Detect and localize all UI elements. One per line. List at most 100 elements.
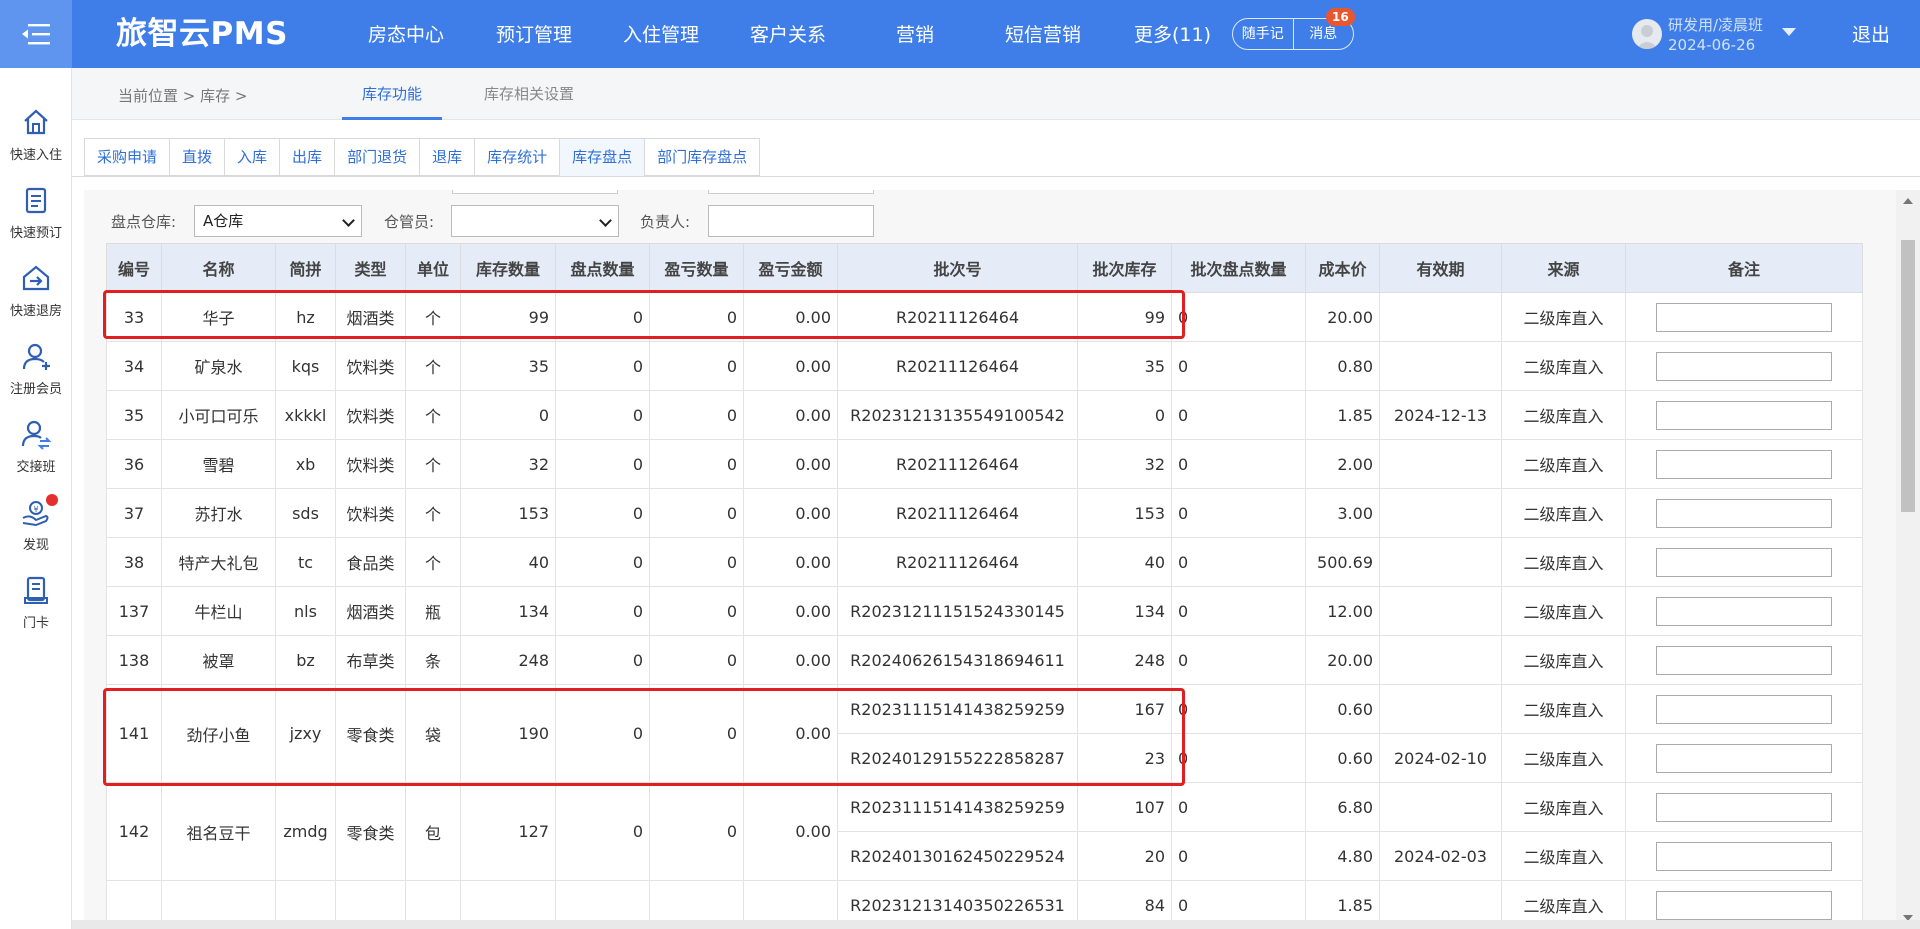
remark-input[interactable] bbox=[1656, 498, 1832, 528]
scrollbar-thumb[interactable] bbox=[1901, 240, 1915, 512]
item-type: 烟酒类 bbox=[335, 586, 406, 636]
diff-qty: 0 bbox=[649, 782, 744, 881]
nav-room-status[interactable]: 房态中心 bbox=[368, 0, 444, 68]
chevron-down-icon bbox=[599, 214, 612, 227]
table-row: 142 祖名豆干 zmdg 零食类包 127 0 0 0.00 R202311151414382… bbox=[106, 782, 1863, 881]
column-header: 简拼 bbox=[275, 243, 336, 293]
sidebar-item-discover[interactable]: ¥ 发现 bbox=[0, 494, 72, 553]
sidebar-item-register-member[interactable]: 注册会员 bbox=[0, 340, 72, 397]
item-id: 33 bbox=[106, 292, 162, 342]
remark-cell bbox=[1625, 537, 1863, 587]
table-row: 37 苏打水 sds 饮料类个 153 0 0 0.00 R20211126464 153 0 3.0… bbox=[106, 488, 1863, 538]
batch-count[interactable]: 0 bbox=[1171, 733, 1306, 783]
nav-checkin[interactable]: 入住管理 bbox=[623, 0, 699, 68]
batch-number: R20211126464 bbox=[837, 537, 1078, 587]
remark-input[interactable] bbox=[1656, 302, 1832, 332]
batch-count[interactable]: 0 bbox=[1171, 439, 1306, 489]
batch-count[interactable]: 0 bbox=[1171, 831, 1306, 881]
expiry-date bbox=[1379, 439, 1502, 489]
remark-input[interactable] bbox=[1656, 449, 1832, 479]
brand-logo: 旅智云PMS bbox=[116, 16, 288, 52]
remark-input[interactable] bbox=[1656, 596, 1832, 626]
chevron-down-icon[interactable] bbox=[1782, 28, 1796, 36]
remark-input[interactable] bbox=[1656, 351, 1832, 381]
diff-qty: 0 bbox=[649, 390, 744, 440]
remark-input[interactable] bbox=[1656, 890, 1832, 920]
remark-input[interactable] bbox=[1656, 547, 1832, 577]
batch-count[interactable]: 0 bbox=[1171, 782, 1306, 832]
diff-amount: 0.00 bbox=[743, 537, 838, 587]
batch-count[interactable]: 0 bbox=[1171, 537, 1306, 587]
counted-qty: 0 bbox=[555, 390, 650, 440]
counted-qty: 0 bbox=[555, 292, 650, 342]
nav-sms-marketing[interactable]: 短信营销 bbox=[1005, 0, 1081, 68]
cost-price: 1.85 bbox=[1305, 390, 1380, 440]
tab-department-return[interactable]: 部门退货 bbox=[334, 138, 420, 176]
nav-customer-relations[interactable]: 客户关系 bbox=[750, 0, 826, 68]
tab-inventory-functions[interactable]: 库存功能 bbox=[342, 68, 443, 120]
notes-button[interactable]: 随手记 bbox=[1233, 19, 1293, 49]
warehouse-select[interactable]: A仓库 bbox=[194, 205, 362, 237]
remark-cell bbox=[1625, 635, 1863, 685]
batch-count[interactable]: 0 bbox=[1171, 292, 1306, 342]
owner-input[interactable] bbox=[708, 205, 874, 237]
batch-count[interactable]: 0 bbox=[1171, 635, 1306, 685]
expiry-date bbox=[1379, 684, 1502, 734]
column-header: 类型 bbox=[335, 243, 406, 293]
item-abbr: xkkkl bbox=[275, 390, 336, 440]
nav-reservation[interactable]: 预订管理 bbox=[496, 0, 572, 68]
menu-toggle-button[interactable] bbox=[0, 0, 72, 68]
diff-amount: 0.00 bbox=[743, 782, 838, 881]
sidebar-item-quick-booking[interactable]: 快速预订 bbox=[0, 184, 72, 241]
remark-input[interactable] bbox=[1656, 792, 1832, 822]
tab-inventory-statistics[interactable]: 库存统计 bbox=[474, 138, 560, 176]
batch-count[interactable]: 0 bbox=[1171, 390, 1306, 440]
tab-stocktaking[interactable]: 库存盘点 bbox=[559, 138, 645, 176]
remark-cell bbox=[1625, 341, 1863, 391]
source: 二级库直入 bbox=[1501, 341, 1626, 391]
sidebar-item-door-card[interactable]: 门卡 bbox=[0, 574, 72, 631]
user-avatar[interactable] bbox=[1632, 19, 1662, 49]
sidebar-item-quick-checkin[interactable]: 快速入住 bbox=[0, 106, 72, 163]
logout-button[interactable]: 退出 bbox=[1852, 0, 1890, 70]
scroll-up-icon[interactable] bbox=[1903, 198, 1913, 204]
batch-count[interactable]: 0 bbox=[1171, 684, 1306, 734]
sidebar-item-shift-handover[interactable]: 交接班 bbox=[0, 418, 72, 475]
item-unit: 个 bbox=[405, 292, 461, 342]
remark-input[interactable] bbox=[1656, 841, 1832, 871]
batch-count[interactable]: 0 bbox=[1171, 586, 1306, 636]
item-abbr: hz bbox=[275, 292, 336, 342]
batch-count[interactable]: 0 bbox=[1171, 341, 1306, 391]
diff-qty: 0 bbox=[649, 292, 744, 342]
remark-input[interactable] bbox=[1656, 400, 1832, 430]
remark-input[interactable] bbox=[1656, 743, 1832, 773]
tab-stock-in[interactable]: 入库 bbox=[224, 138, 280, 176]
counted-qty: 0 bbox=[555, 488, 650, 538]
message-count-badge: 16 bbox=[1326, 8, 1355, 26]
column-header: 盈亏金额 bbox=[743, 243, 838, 293]
batch-count[interactable]: 0 bbox=[1171, 488, 1306, 538]
tab-department-stocktaking[interactable]: 部门库存盘点 bbox=[644, 138, 761, 176]
tab-stock-out[interactable]: 出库 bbox=[279, 138, 335, 176]
remark-input[interactable] bbox=[1656, 694, 1832, 724]
tab-inventory-settings[interactable]: 库存相关设置 bbox=[470, 68, 588, 120]
keeper-select[interactable] bbox=[451, 205, 619, 237]
tab-return-to-stock[interactable]: 退库 bbox=[419, 138, 475, 176]
clipboard-icon bbox=[25, 187, 47, 214]
nav-marketing[interactable]: 营销 bbox=[896, 0, 934, 68]
sidebar-item-quick-checkout[interactable]: 快速退房 bbox=[0, 262, 72, 319]
diff-amount: 0.00 bbox=[743, 488, 838, 538]
item-unit: 个 bbox=[405, 439, 461, 489]
tab-purchase-request[interactable]: 采购申请 bbox=[84, 138, 170, 176]
stock-qty: 248 bbox=[460, 635, 556, 685]
diff-qty: 0 bbox=[649, 439, 744, 489]
cost-price: 20.00 bbox=[1305, 635, 1380, 685]
tab-direct-transfer[interactable]: 直拨 bbox=[169, 138, 225, 176]
nav-more[interactable]: 更多(11) bbox=[1134, 0, 1211, 68]
item-id: 36 bbox=[106, 439, 162, 489]
counted-qty: 0 bbox=[555, 684, 650, 783]
remark-input[interactable] bbox=[1656, 645, 1832, 675]
item-id: 35 bbox=[106, 390, 162, 440]
vertical-scrollbar[interactable] bbox=[1896, 190, 1920, 929]
user-name[interactable]: 研发用/凌晨班 bbox=[1668, 16, 1763, 34]
